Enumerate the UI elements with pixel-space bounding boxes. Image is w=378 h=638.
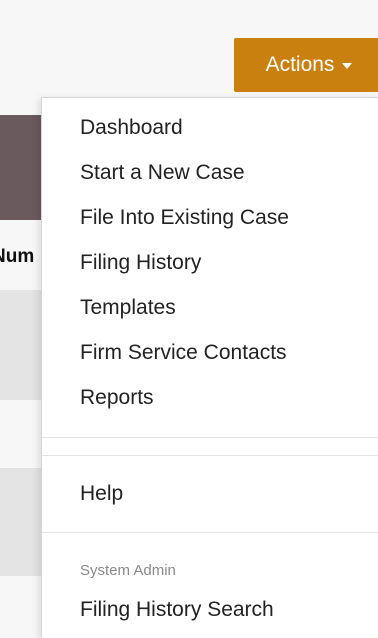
menu-item-templates[interactable]: Templates bbox=[80, 294, 176, 322]
page-header-band bbox=[0, 115, 42, 220]
menu-item-firm-service-contacts[interactable]: Firm Service Contacts bbox=[80, 339, 287, 367]
actions-dropdown-button[interactable]: Actions bbox=[234, 38, 378, 92]
menu-item-start-new-case[interactable]: Start a New Case bbox=[80, 159, 245, 187]
menu-item-dashboard[interactable]: Dashboard bbox=[80, 114, 183, 142]
menu-item-filing-history[interactable]: Filing History bbox=[80, 249, 201, 277]
menu-divider bbox=[42, 532, 378, 533]
table-row bbox=[0, 290, 42, 400]
actions-dropdown-menu: Dashboard Start a New Case File Into Exi… bbox=[41, 97, 378, 638]
menu-item-help[interactable]: Help bbox=[80, 480, 123, 508]
menu-item-file-into-existing-case[interactable]: File Into Existing Case bbox=[80, 204, 289, 232]
menu-item-filing-history-search[interactable]: Filing History Search bbox=[80, 596, 274, 624]
table-row bbox=[0, 468, 42, 576]
table-column-header: Num bbox=[0, 246, 35, 267]
caret-down-icon bbox=[342, 63, 353, 69]
menu-section-header-system-admin: System Admin bbox=[80, 562, 176, 579]
menu-item-reports[interactable]: Reports bbox=[80, 384, 154, 412]
actions-button-label: Actions bbox=[265, 53, 335, 76]
menu-divider bbox=[42, 437, 378, 438]
menu-divider bbox=[42, 455, 378, 456]
